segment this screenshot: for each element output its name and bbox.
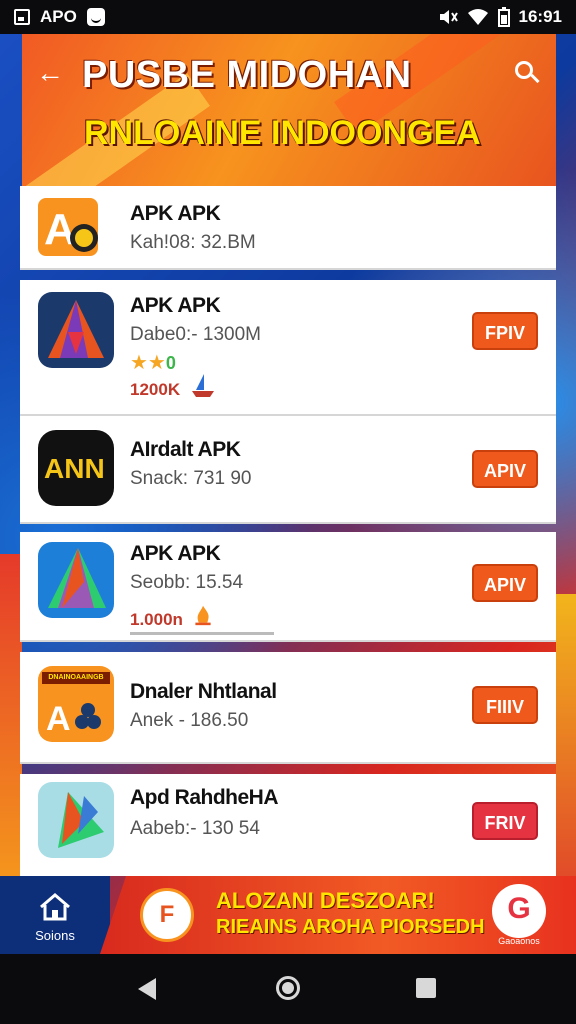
install-button[interactable]: APIV — [472, 564, 538, 602]
page-subtitle: RNLOAINE INDOONGEA — [84, 114, 481, 152]
bottom-bar: Soions F ALOZANI DESZOAR! RIEAINS AROHA … — [0, 876, 576, 954]
status-time: 16:91 — [518, 7, 562, 26]
app-icon — [38, 292, 114, 368]
ad-headline: ALOZANI DESZOAR! — [216, 888, 435, 913]
home-circle-icon[interactable] — [276, 976, 300, 1000]
app-icon: A — [38, 198, 98, 256]
list-item[interactable]: DNAINOAAINGB A Dnaler Nhtlanal Anek - 18… — [20, 652, 556, 764]
ad-g-label: Gaoaonos — [498, 936, 540, 946]
ad-logo: F — [140, 888, 194, 942]
nav-home-label: Soions — [35, 928, 75, 943]
rating-stars: ★★0 — [130, 352, 176, 374]
app-name: APK APK — [130, 294, 221, 317]
app-meta: Seobb: 15.54 — [130, 572, 244, 593]
list-item[interactable]: APK APK Dabe0:- 1300M ★★0 1200K FPIV — [20, 280, 556, 416]
app-meta: Snack: 731 90 — [130, 468, 252, 489]
app-icon: ANN — [38, 430, 114, 506]
install-button[interactable]: FPIV — [472, 312, 538, 350]
install-button[interactable]: FRIV — [472, 802, 538, 840]
background-stripe-right — [556, 594, 576, 894]
status-bar: APO 16:91 — [0, 0, 576, 34]
nav-home-button[interactable]: Soions — [0, 876, 110, 954]
svg-text:A: A — [46, 700, 71, 738]
header-banner: ← PUSBE MIDOHAN RNLOAINE INDOONGEA — [22, 34, 556, 186]
home-icon — [40, 893, 70, 921]
install-button[interactable]: FIIIV — [472, 686, 538, 724]
status-app-label: APO — [40, 7, 77, 26]
list-item[interactable]: A APK APK Kah!08: 32.BM — [20, 186, 556, 270]
list-item[interactable]: ANN AIrdalt APK Snack: 731 90 APIV — [20, 416, 556, 524]
app-icon — [38, 782, 114, 858]
install-button[interactable]: APIV — [472, 450, 538, 488]
app-name: Dnaler Nhtlanal — [130, 680, 277, 703]
face-icon — [86, 8, 105, 26]
boat-icon — [192, 374, 214, 397]
back-triangle-icon[interactable] — [138, 978, 156, 1000]
list-item[interactable]: Apd RahdheHA Aabeb:- 130 54 FRIV — [20, 774, 556, 876]
page-title: PUSBE MIDOHAN — [82, 54, 412, 96]
system-navigation-bar — [0, 954, 576, 1024]
background-stripe-left — [0, 554, 22, 894]
download-count: 1200K — [130, 380, 181, 399]
app-list: A APK APK Kah!08: 32.BM APK APK Dabe0:- … — [20, 186, 556, 876]
wifi-icon — [467, 9, 488, 25]
app-meta: Anek - 186.50 — [130, 710, 249, 731]
flame-icon — [195, 605, 211, 626]
app-icon: DNAINOAAINGB A — [38, 666, 114, 742]
mute-icon — [439, 10, 458, 24]
ad-banner[interactable]: F ALOZANI DESZOAR! RIEAINS AROHA PIORSED… — [100, 876, 576, 954]
app-name: AIrdalt APK — [130, 438, 241, 461]
recents-square-icon[interactable] — [416, 978, 436, 998]
search-icon[interactable] — [512, 58, 542, 88]
ad-g-logo: G — [492, 884, 546, 938]
list-item[interactable]: APK APK Seobb: 15.54 1.000n APIV — [20, 532, 556, 642]
app-name: Apd RahdheHA — [130, 786, 279, 809]
app-meta: Aabeb:- 130 54 — [130, 818, 260, 839]
svg-text:ANN: ANN — [44, 453, 105, 484]
app-meta: Kah!08: 32.BM — [130, 232, 256, 253]
app-icon — [38, 542, 114, 618]
ad-subline: RIEAINS AROHA PIORSEDH — [216, 916, 485, 938]
notification-square-icon — [14, 9, 30, 25]
svg-text:A: A — [44, 205, 76, 254]
app-meta: Dabe0:- 1300M — [130, 324, 261, 345]
battery-icon — [497, 7, 510, 27]
download-count: 1.000n — [130, 610, 183, 629]
app-name: APK APK — [130, 202, 221, 225]
app-name: APK APK — [130, 542, 221, 565]
progress-line — [130, 632, 274, 635]
back-arrow-icon[interactable]: ← — [34, 58, 66, 90]
